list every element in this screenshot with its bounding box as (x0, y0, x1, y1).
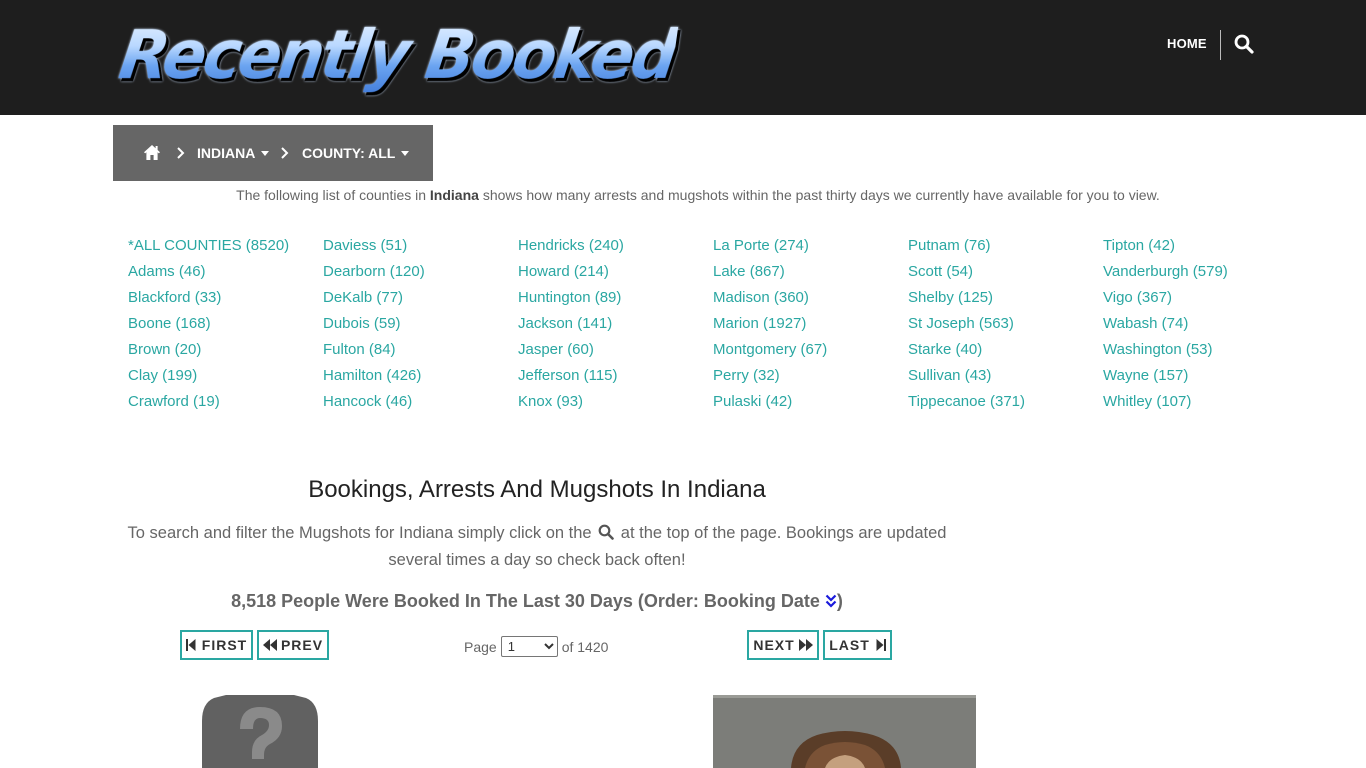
county-link[interactable]: Fulton (84) (323, 340, 518, 366)
nav-home-link[interactable]: HOME (1167, 36, 1207, 52)
mugshot-image (713, 695, 976, 768)
county-link[interactable]: *ALL COUNTIES (8520) (128, 236, 323, 262)
county-link[interactable]: Starke (40) (908, 340, 1103, 366)
home-icon[interactable] (143, 144, 161, 161)
county-link[interactable]: Crawford (19) (128, 392, 323, 418)
county-link[interactable]: Madison (360) (713, 288, 908, 314)
next-page-button[interactable]: NEXT (747, 630, 819, 660)
county-link[interactable]: Dearborn (120) (323, 262, 518, 288)
breadcrumb: INDIANA COUNTY: ALL (113, 125, 433, 181)
county-link[interactable]: Wabash (74) (1103, 314, 1298, 340)
county-link[interactable]: Shelby (125) (908, 288, 1103, 314)
booked-close: ) (836, 591, 843, 611)
county-link[interactable]: Whitley (107) (1103, 392, 1298, 418)
county-link[interactable]: Sullivan (43) (908, 366, 1103, 392)
unknown-person-icon (202, 695, 318, 768)
nav-divider (1220, 30, 1221, 60)
page-title: Bookings, Arrests And Mugshots In Indian… (308, 476, 766, 503)
county-link[interactable]: Clay (199) (128, 366, 323, 392)
breadcrumb-state-dropdown[interactable]: INDIANA (197, 145, 270, 161)
search-icon (1234, 34, 1254, 54)
booked-count: 8,518 People Were Booked In The Last 30 … (120, 588, 954, 614)
mugshot-photo[interactable] (713, 695, 976, 768)
intro-before: The following list of counties in (236, 187, 430, 203)
site-header: Recently Booked HOME (0, 0, 1366, 115)
site-logo[interactable]: Recently Booked (114, 14, 680, 98)
first-page-button[interactable]: FIRST (180, 630, 253, 660)
county-link[interactable]: Jasper (60) (518, 340, 713, 366)
county-link[interactable]: Putnam (76) (908, 236, 1103, 262)
mugshot-placeholder[interactable] (192, 695, 328, 768)
page-total: of 1420 (561, 638, 609, 655)
county-link[interactable]: Jefferson (115) (518, 366, 713, 392)
county-link[interactable]: Hendricks (240) (518, 236, 713, 262)
page-label: Page (464, 638, 497, 655)
prev-page-button[interactable]: PREV (257, 630, 329, 660)
first-label: FIRST (201, 637, 248, 653)
county-link[interactable]: Boone (168) (128, 314, 323, 340)
county-link[interactable]: Perry (32) (713, 366, 908, 392)
county-link[interactable]: Tipton (42) (1103, 236, 1298, 262)
intro-after: shows how many arrests and mugshots with… (478, 187, 1160, 203)
county-link[interactable]: Hamilton (426) (323, 366, 518, 392)
county-link[interactable]: Lake (867) (713, 262, 908, 288)
county-link[interactable]: Wayne (157) (1103, 366, 1298, 392)
page-select[interactable]: 1 (500, 636, 558, 657)
county-link[interactable]: DeKalb (77) (323, 288, 518, 314)
county-link[interactable]: Brown (20) (128, 340, 323, 366)
last-page-button[interactable]: LAST (823, 630, 892, 660)
county-link[interactable]: Blackford (33) (128, 288, 323, 314)
county-list: *ALL COUNTIES (8520) Adams (46) Blackford … (128, 236, 1298, 418)
page-indicator: Page 1 of 1420 (464, 636, 608, 657)
forward-icon (798, 639, 813, 651)
chevron-right-icon (281, 147, 289, 159)
county-link[interactable]: La Porte (274) (713, 236, 908, 262)
county-link[interactable]: St Joseph (563) (908, 314, 1103, 340)
county-link[interactable]: Pulaski (42) (713, 392, 908, 418)
caret-down-icon (401, 150, 410, 156)
desc-before: To search and filter the Mugshots for In… (127, 524, 592, 542)
county-link[interactable]: Washington (53) (1103, 340, 1298, 366)
county-link[interactable]: Vanderburgh (579) (1103, 262, 1298, 288)
county-link[interactable]: Dubois (59) (323, 314, 518, 340)
section-description: To search and filter the Mugshots for In… (118, 520, 956, 574)
intro-text: The following list of counties in Indian… (0, 186, 1366, 204)
county-link[interactable]: Knox (93) (518, 392, 713, 418)
breadcrumb-county-label: COUNTY: ALL (302, 145, 396, 161)
caret-down-icon (261, 150, 270, 156)
breadcrumb-state-label: INDIANA (197, 145, 256, 161)
prev-label: PREV (280, 637, 324, 653)
county-link[interactable]: Hancock (46) (323, 392, 518, 418)
last-label: LAST (829, 637, 870, 653)
county-link[interactable]: Adams (46) (128, 262, 323, 288)
county-link[interactable]: Huntington (89) (518, 288, 713, 314)
search-icon (598, 524, 615, 540)
chevron-right-icon (177, 147, 185, 159)
step-backward-icon (185, 639, 196, 651)
county-link[interactable]: Tippecanoe (371) (908, 392, 1103, 418)
next-label: NEXT (753, 637, 795, 653)
backward-icon (262, 639, 277, 651)
county-link[interactable]: Scott (54) (908, 262, 1103, 288)
breadcrumb-county-dropdown[interactable]: COUNTY: ALL (302, 145, 410, 161)
county-link[interactable]: Daviess (51) (323, 236, 518, 262)
step-forward-icon (876, 639, 886, 651)
search-button[interactable] (1234, 34, 1254, 54)
county-link[interactable]: Montgomery (67) (713, 340, 908, 366)
double-chevron-down-icon[interactable] (825, 593, 837, 609)
county-link[interactable]: Vigo (367) (1103, 288, 1298, 314)
county-link[interactable]: Howard (214) (518, 262, 713, 288)
intro-state: Indiana (429, 187, 479, 203)
booked-text: 8,518 People Were Booked In The Last 30 … (231, 591, 825, 611)
county-link[interactable]: Jackson (141) (518, 314, 713, 340)
county-link[interactable]: Marion (1927) (713, 314, 908, 340)
